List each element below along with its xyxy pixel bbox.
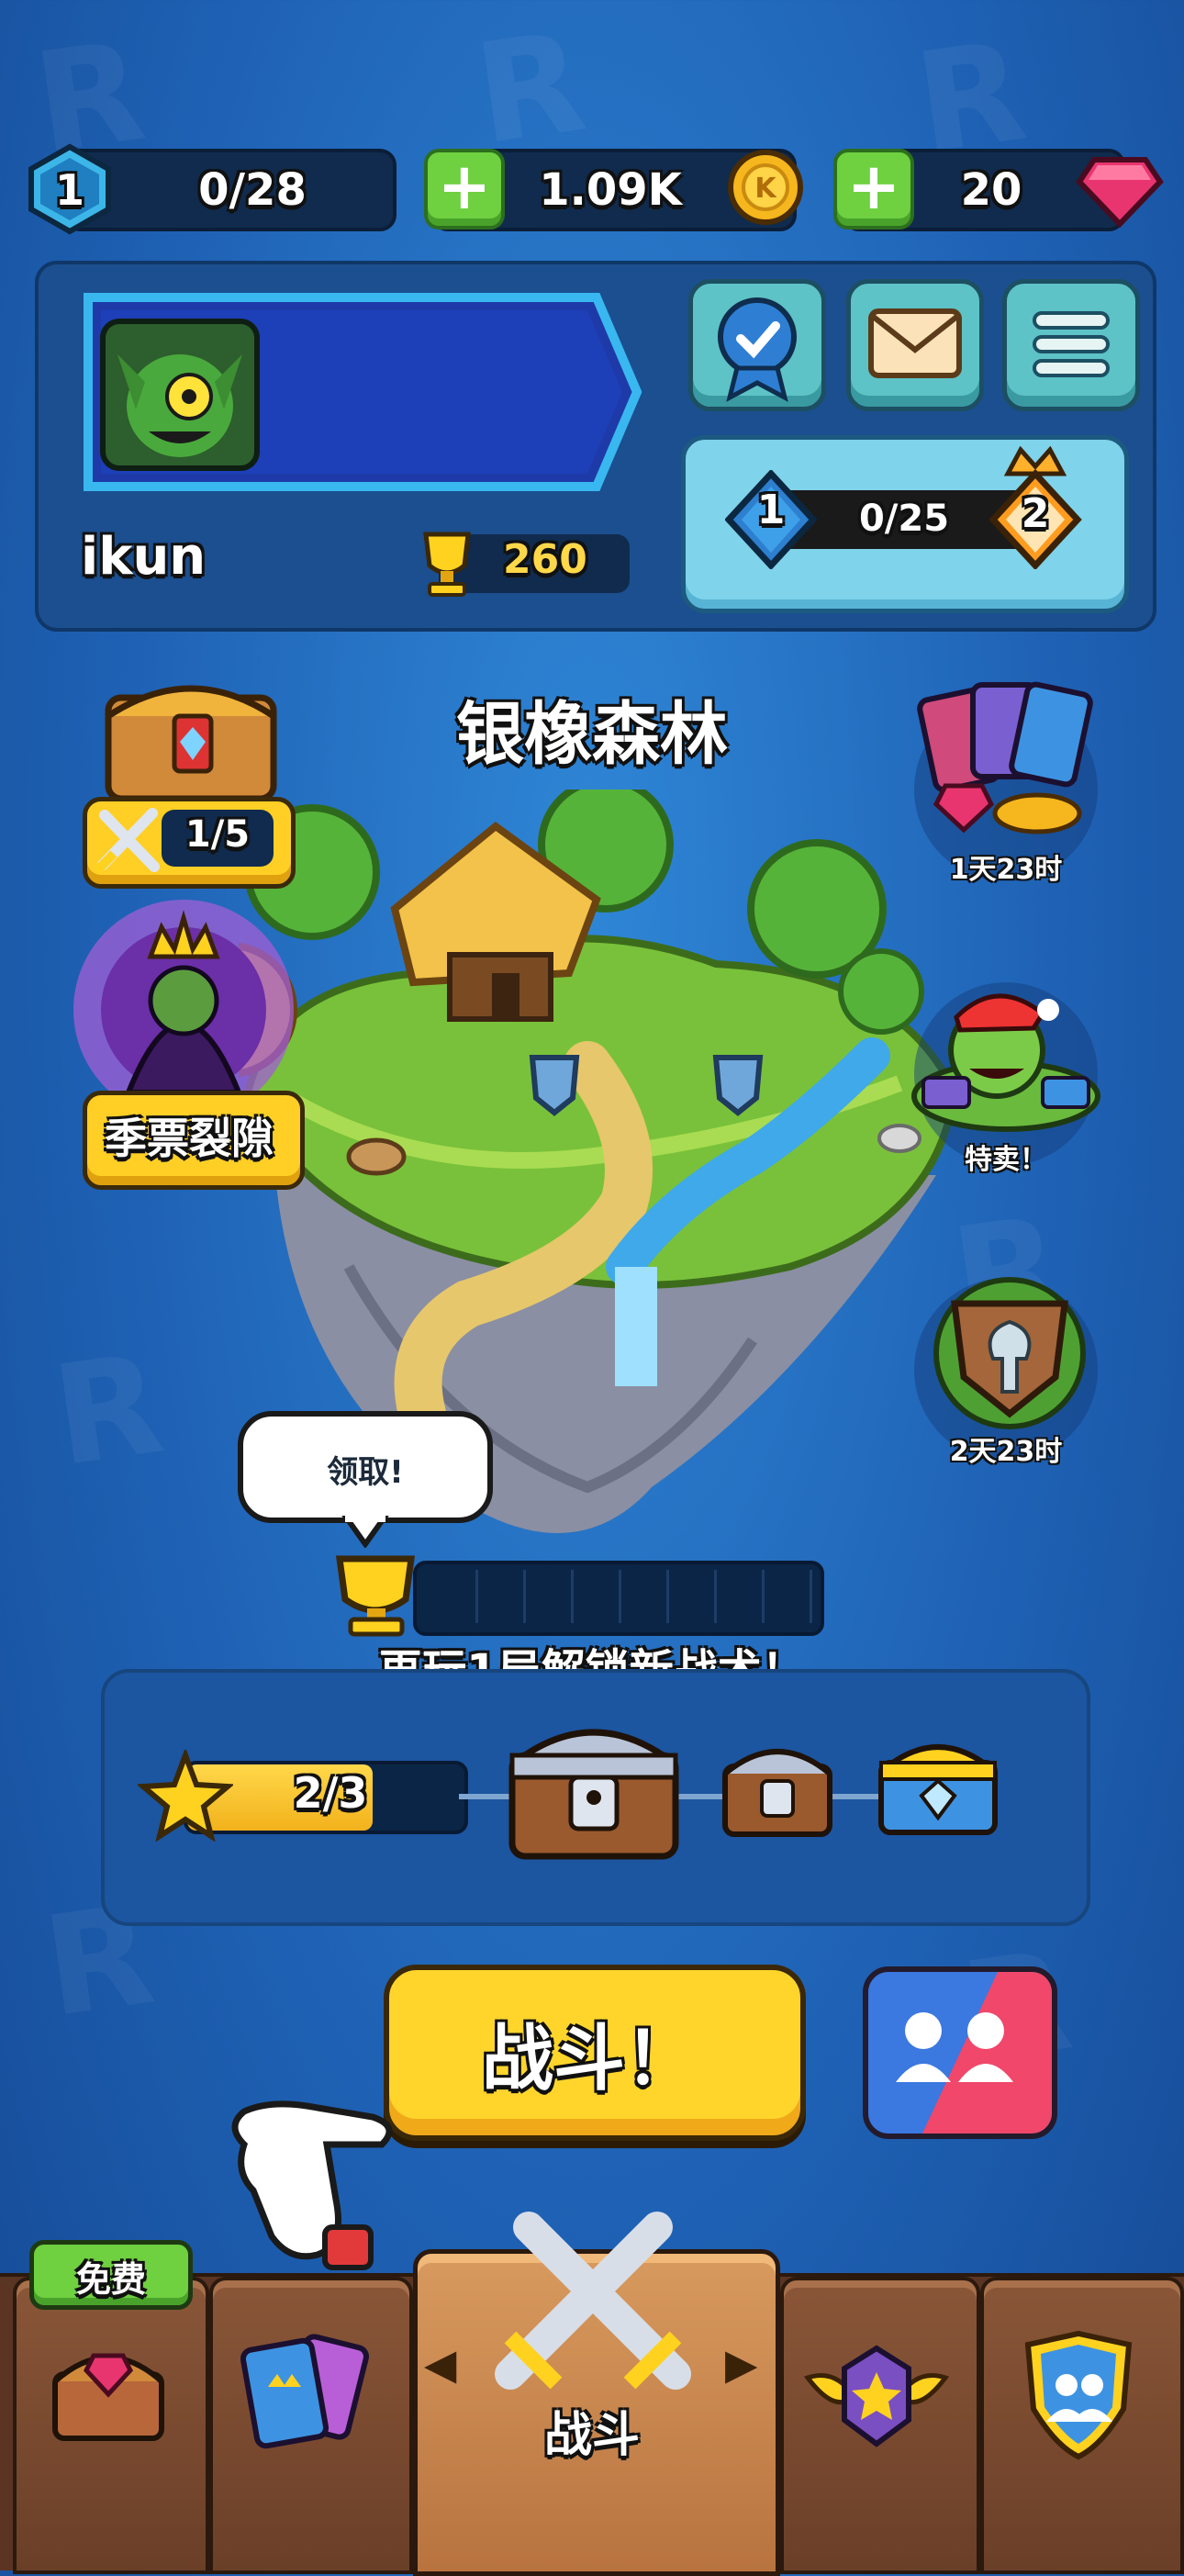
pass-next-tier: 2 [1021, 490, 1050, 537]
trophy-road-segment [670, 1570, 717, 1623]
crossed-swords-icon [94, 808, 160, 874]
battle-button-label: 战斗！ [481, 2018, 697, 2100]
coin-icon: K [728, 150, 803, 225]
nav-active-label: 战斗 [543, 2408, 640, 2463]
winged-star-icon [803, 2345, 950, 2447]
gold-chest-icon[interactable] [874, 1722, 1002, 1838]
pass-progress-text: 0/25 [858, 498, 950, 540]
goblin-offer-icon[interactable] [905, 977, 1107, 1142]
trophy-road-segment [718, 1570, 765, 1623]
trophy-count: 260 [503, 536, 587, 583]
hamburger-menu-icon [1033, 311, 1110, 377]
shop-chest-icon [52, 2353, 164, 2441]
gem-icon [1076, 157, 1164, 228]
trophy-road-segment [527, 1570, 574, 1623]
chest-event-icon[interactable] [99, 661, 283, 808]
nav-prev-arrow-icon[interactable]: ◀ [424, 2339, 456, 2389]
trophy-road-segment [575, 1570, 621, 1623]
silver-chest-large-icon[interactable] [503, 1700, 685, 1865]
nav-next-arrow-icon[interactable]: ▶ [725, 2339, 757, 2389]
free-badge-text: 免费 [75, 2259, 146, 2300]
add-coins-button[interactable]: + [424, 149, 505, 230]
badge-check-icon [718, 297, 797, 402]
player-name: ikun [81, 527, 207, 587]
level-number: 1 [54, 165, 84, 215]
trophy-road-segment [622, 1570, 669, 1623]
avatar[interactable] [99, 318, 261, 472]
coins-value: 1.09K [539, 164, 682, 216]
silver-chest-small-icon[interactable] [718, 1730, 837, 1840]
season-rift-label: 季票裂隙 [105, 1114, 274, 1163]
card-bundle-icon[interactable] [909, 676, 1111, 841]
two-players-icon [896, 2012, 1013, 2082]
special-offer-label: 特卖！ [965, 1144, 1047, 1176]
claim-bubble-text: 领取! [327, 1454, 404, 1491]
trophy-road-segment [479, 1570, 526, 1623]
achievements-button[interactable] [688, 279, 826, 411]
trophy-road-segment [765, 1570, 812, 1623]
team-mode-button[interactable] [863, 1966, 1057, 2139]
menu-button[interactable] [1002, 279, 1140, 411]
tutorial-pointing-hand-icon [231, 2100, 393, 2270]
watermark: R [44, 1324, 173, 1498]
map-title: 银橡森林 [456, 695, 728, 774]
pass-current-tier: 1 [756, 487, 786, 533]
trophy-icon [423, 532, 471, 597]
clan-shield-icon [1024, 2330, 1133, 2460]
crossed-swords-icon [495, 2212, 691, 2390]
trophy-road-segment [431, 1570, 478, 1623]
wooden-shield-icon[interactable] [918, 1267, 1101, 1432]
star-progress-text: 2/3 [293, 1768, 368, 1818]
shield-event-timer: 2天23时 [949, 1436, 1063, 1468]
add-gems-button[interactable]: + [833, 149, 914, 230]
svg-text:K: K [754, 173, 777, 205]
chest-progress-text: 1/5 [184, 813, 251, 856]
gems-value: 20 [960, 164, 1022, 216]
xp-text: 0/28 [198, 164, 307, 216]
cards-event-timer: 1天23时 [949, 854, 1063, 886]
trophy-icon [335, 1555, 416, 1637]
cards-deck-icon [240, 2334, 369, 2449]
star-icon [138, 1750, 233, 1842]
envelope-icon [868, 308, 962, 378]
mail-button[interactable] [846, 279, 984, 411]
